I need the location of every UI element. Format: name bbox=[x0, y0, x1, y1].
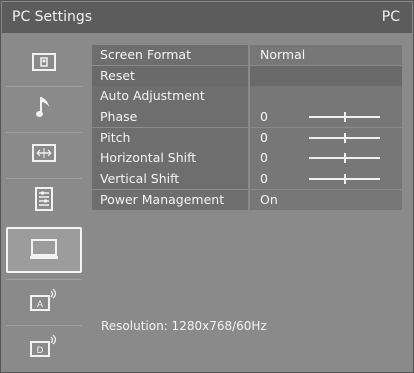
menu-label: Phase bbox=[92, 107, 248, 128]
sidebar-item-digital[interactable]: D bbox=[6, 325, 82, 366]
menu-value: Normal bbox=[250, 45, 402, 66]
menu-row-horizontal-shift[interactable]: Horizontal Shift 0 bbox=[92, 148, 402, 169]
pc-monitor-icon bbox=[30, 239, 58, 259]
menu-row-phase[interactable]: Phase 0 bbox=[92, 107, 402, 128]
phase-value: 0 bbox=[260, 109, 268, 125]
menu-value: On bbox=[250, 189, 402, 210]
settings-menu: Screen Format Normal Reset Auto Adjustme… bbox=[92, 45, 402, 211]
menu-label: Auto Adjustment bbox=[92, 86, 248, 107]
digital-letter: D bbox=[37, 346, 44, 356]
menu-row-screen-format[interactable]: Screen Format Normal bbox=[92, 45, 402, 66]
menu-value: 0 bbox=[250, 107, 402, 128]
digital-signal-icon: D bbox=[30, 334, 57, 357]
slider-thumb[interactable] bbox=[343, 132, 346, 143]
phase-slider[interactable] bbox=[309, 112, 380, 123]
menu-label: Pitch bbox=[92, 127, 248, 148]
slider-thumb[interactable] bbox=[343, 153, 346, 164]
menu-row-power-management[interactable]: Power Management On bbox=[92, 189, 402, 210]
menu-value: 0 bbox=[250, 169, 402, 190]
title-bar: PC Settings PC bbox=[2, 2, 412, 33]
menu-label: Power Management bbox=[92, 189, 248, 210]
menu-value bbox=[250, 86, 402, 107]
screen-format-icon bbox=[32, 144, 56, 162]
menu-value: 0 bbox=[250, 148, 402, 169]
slider-thumb[interactable] bbox=[343, 112, 346, 123]
sidebar-item-analog[interactable]: A bbox=[6, 279, 82, 320]
menu-label: Vertical Shift bbox=[92, 169, 248, 190]
picture-icon bbox=[32, 52, 56, 71]
menu-row-auto-adjustment[interactable]: Auto Adjustment bbox=[92, 86, 402, 107]
menu-value: 0 bbox=[250, 127, 402, 148]
sidebar-item-screen[interactable] bbox=[6, 132, 82, 173]
menu-value bbox=[250, 65, 402, 86]
menu-row-vertical-shift[interactable]: Vertical Shift 0 bbox=[92, 169, 402, 190]
pitch-slider[interactable] bbox=[309, 132, 380, 143]
analog-letter: A bbox=[37, 300, 44, 310]
menu-row-reset[interactable]: Reset bbox=[92, 65, 402, 86]
horizontal-shift-value: 0 bbox=[260, 150, 268, 166]
sidebar-item-picture[interactable] bbox=[6, 41, 82, 82]
horizontal-shift-slider[interactable] bbox=[309, 153, 380, 164]
menu-label: Screen Format bbox=[92, 45, 248, 66]
sidebar-item-sound[interactable] bbox=[6, 86, 82, 127]
pitch-value: 0 bbox=[260, 129, 268, 145]
source-label: PC bbox=[381, 9, 400, 25]
sidebar-item-settings[interactable] bbox=[6, 178, 82, 219]
pc-settings-screen: PC Settings PC A D Screen Format Normal … bbox=[0, 0, 414, 373]
menu-row-pitch[interactable]: Pitch 0 bbox=[92, 127, 402, 148]
analog-signal-icon: A bbox=[30, 288, 57, 311]
page-title: PC Settings bbox=[12, 9, 93, 25]
settings-list-icon bbox=[35, 187, 53, 211]
menu-label: Horizontal Shift bbox=[92, 148, 248, 169]
vertical-shift-slider[interactable] bbox=[309, 174, 380, 185]
slider-thumb[interactable] bbox=[343, 174, 346, 185]
menu-label: Reset bbox=[92, 65, 248, 86]
sidebar-item-pc[interactable] bbox=[6, 227, 82, 273]
music-note-icon bbox=[36, 97, 49, 117]
vertical-shift-value: 0 bbox=[260, 171, 268, 187]
sidebar: A D bbox=[6, 41, 84, 365]
resolution-status: Resolution: 1280x768/60Hz bbox=[101, 319, 267, 333]
